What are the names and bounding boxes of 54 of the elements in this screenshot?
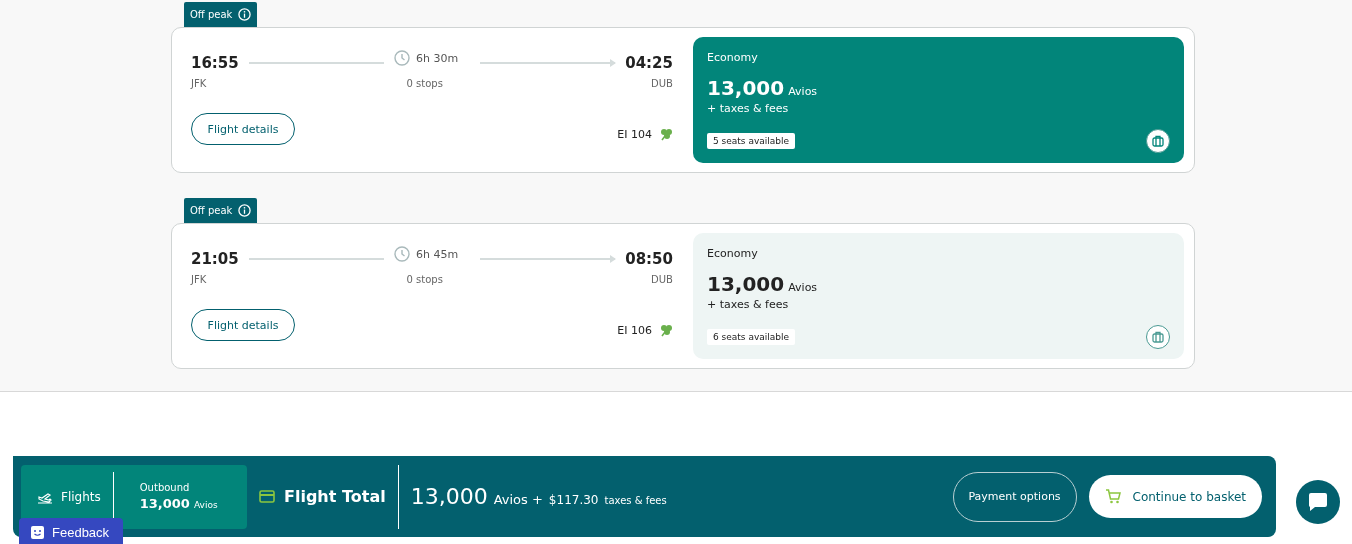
duration: 6h 45m <box>416 247 459 261</box>
clock-icon <box>394 246 410 262</box>
arrival-time: 04:25 <box>625 54 673 72</box>
seats-badge: 6 seats available <box>707 329 796 345</box>
taxes-note: + taxes & fees <box>707 298 790 311</box>
flight-details-button[interactable]: Flight details <box>191 309 295 341</box>
cash-note: taxes & fees <box>604 495 667 506</box>
avios-unit: Avios <box>788 281 818 294</box>
card-icon <box>259 490 275 503</box>
feedback-tab[interactable]: Feedback <box>19 518 123 544</box>
baggage-icon <box>1146 325 1170 349</box>
fare-option[interactable]: Economy 13,000 Avios + taxes & fees 5 seats available <box>693 37 1184 163</box>
off-peak-tag: Off peak <box>184 198 258 223</box>
flight-number: EI 104 <box>617 127 652 141</box>
chat-button[interactable] <box>1296 480 1340 524</box>
stops-count: 0 stops <box>406 78 443 89</box>
clock-icon <box>394 50 410 66</box>
continue-button[interactable]: Continue to basket <box>1088 475 1262 518</box>
arrival-airport: DUB <box>651 274 673 285</box>
flights-label: Flights <box>61 489 101 504</box>
duration: 6h 30m <box>416 51 459 65</box>
info-icon[interactable] <box>238 8 252 21</box>
total-avios: 13,000 <box>410 484 488 509</box>
departure-airport: JFK <box>191 274 207 285</box>
outbound-unit: Avios <box>193 500 218 510</box>
stops-count: 0 stops <box>406 274 443 285</box>
baggage-icon <box>1146 129 1170 153</box>
outbound-label: Outbound <box>139 482 191 493</box>
total-cash: $117.30 <box>548 493 599 507</box>
info-icon[interactable] <box>238 204 252 217</box>
cabin-class: Economy <box>707 51 759 64</box>
shamrock-icon <box>659 127 673 141</box>
seats-badge: 5 seats available <box>707 133 796 149</box>
avios-price: 13,000 <box>707 76 785 100</box>
departure-airport: JFK <box>191 78 207 89</box>
flight-total-label: Flight Total <box>284 487 386 506</box>
total-avios-unit: Avios + <box>493 492 543 507</box>
cart-icon <box>1104 489 1121 504</box>
shamrock-icon <box>659 323 673 337</box>
chat-icon <box>1307 491 1329 513</box>
avios-unit: Avios <box>788 85 818 98</box>
off-peak-tag: Off peak <box>184 2 258 27</box>
outbound-avios: 13,000 <box>139 496 190 511</box>
taxes-note: + taxes & fees <box>707 102 790 115</box>
smiley-icon <box>31 525 44 539</box>
flight-number: EI 106 <box>617 323 652 337</box>
arrival-time: 08:50 <box>625 250 673 268</box>
avios-price: 13,000 <box>707 272 785 296</box>
cabin-class: Economy <box>707 247 759 260</box>
fare-option[interactable]: Economy 13,000 Avios + taxes & fees 6 seats available <box>693 233 1184 359</box>
departure-time: 16:55 <box>191 54 239 72</box>
arrival-airport: DUB <box>651 78 673 89</box>
departure-time: 21:05 <box>191 250 239 268</box>
flight-details-button[interactable]: Flight details <box>191 113 295 145</box>
